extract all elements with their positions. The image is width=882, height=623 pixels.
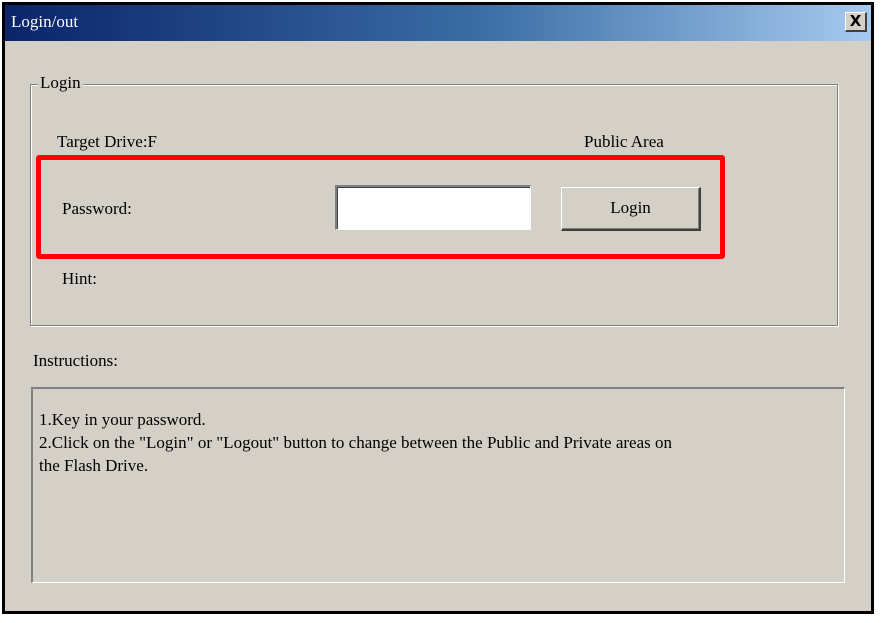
password-input[interactable] (335, 185, 531, 230)
instruction-line: 1.Key in your password. (39, 410, 206, 429)
area-status-label: Public Area (584, 132, 664, 151)
password-label: Password: (62, 199, 132, 218)
title-bar[interactable]: Login/out X (5, 5, 871, 41)
instruction-line: 2.Click on the "Login" or "Logout" butto… (39, 433, 673, 452)
login-group-legend: Login (38, 73, 83, 93)
login-button[interactable]: Login (561, 187, 701, 231)
hint-label: Hint: (62, 269, 97, 288)
instructions-text-box[interactable]: 1.Key in your password. 2.Click on the "… (31, 387, 845, 583)
target-drive-label: Target Drive:F (57, 132, 157, 151)
instruction-line: the Flash Drive. (39, 456, 149, 475)
close-icon: X (849, 12, 862, 30)
window-title: Login/out (11, 12, 79, 31)
instructions-heading: Instructions: (33, 351, 118, 370)
close-button[interactable]: X (845, 12, 867, 32)
